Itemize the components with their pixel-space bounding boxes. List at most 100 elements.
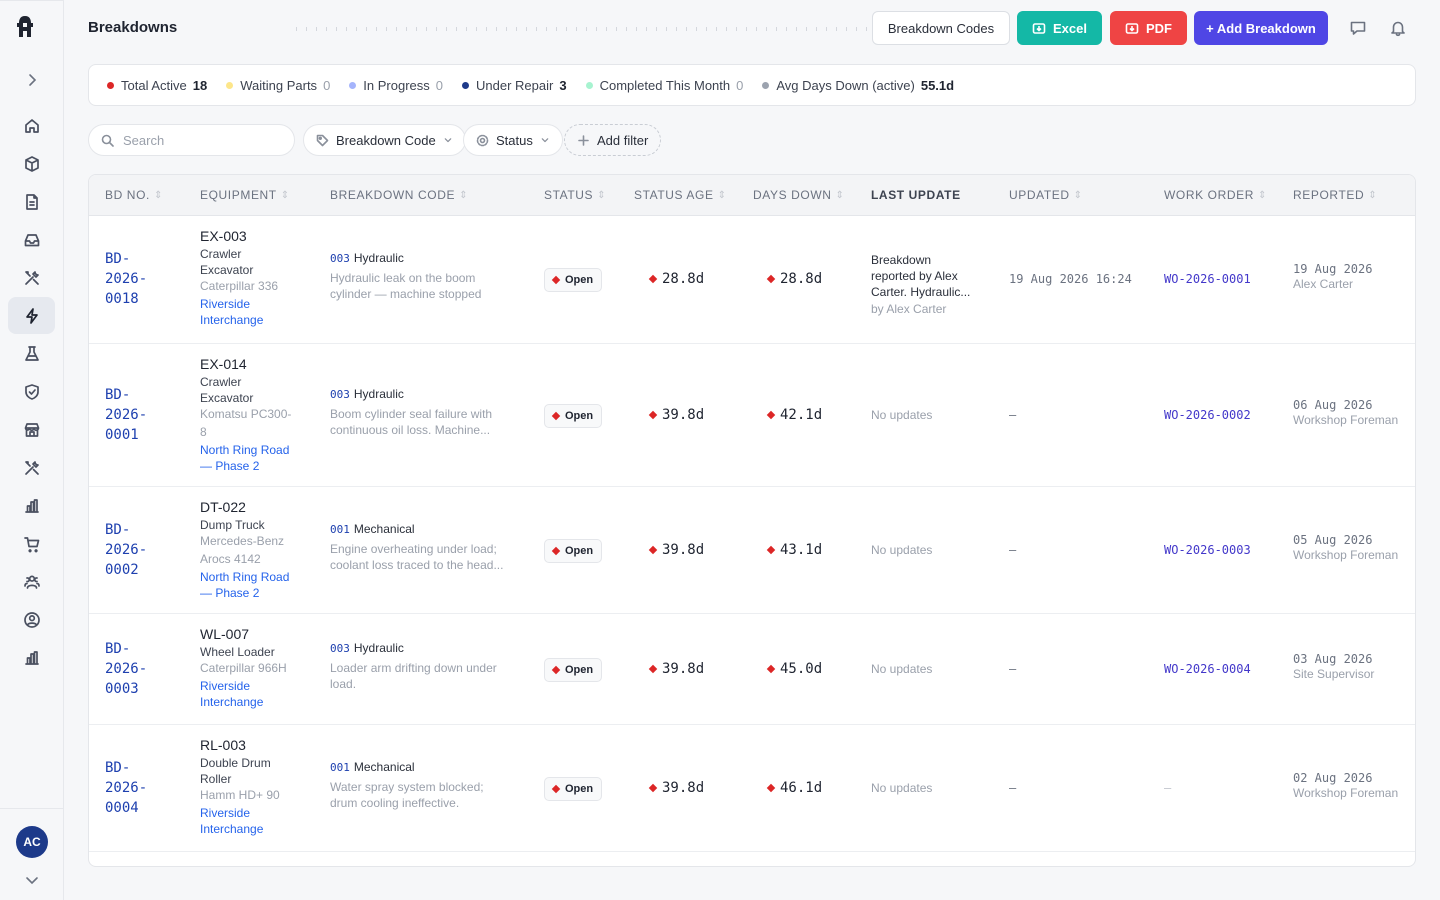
column-header-last-update[interactable]: LAST UPDATE xyxy=(871,188,961,202)
work-order-link[interactable]: WO-2026-0001 xyxy=(1164,272,1251,286)
stat-item[interactable]: Under Repair 3 xyxy=(462,78,567,93)
equipment-cell: EX-014 Crawler Excavator Komatsu PC300- 8 Nor… xyxy=(200,356,300,474)
chevron-down-icon xyxy=(541,138,549,143)
equipment-model: Caterpillar 966H xyxy=(200,660,287,675)
inbox-icon xyxy=(24,233,39,246)
sidebar-item-3[interactable] xyxy=(8,221,55,258)
column-header-reported[interactable]: REPORTED ⇕ xyxy=(1293,188,1377,202)
bd-number-link[interactable]: BD- 2026- 0004 xyxy=(105,758,147,818)
equipment-location-link[interactable]: Riverside Interchange xyxy=(200,678,300,710)
alert-diamond-icon xyxy=(766,274,776,284)
bd-number-link[interactable]: BD- 2026- 0003 xyxy=(105,639,147,699)
sidebar: AC xyxy=(0,0,64,900)
last-update-cell: No updates xyxy=(871,407,933,422)
table-row[interactable]: BD- 2026- 0018 EX-003 Crawler Excavator Caterp… xyxy=(89,216,1415,344)
sidebar-item-14[interactable] xyxy=(8,639,55,676)
sort-icon: ⇕ xyxy=(459,189,469,201)
shield-icon xyxy=(24,383,39,400)
column-header-days-down[interactable]: DAYS DOWN ⇕ xyxy=(753,188,845,202)
pdf-export-button[interactable]: PDF xyxy=(1110,11,1187,45)
bd-number-link[interactable]: BD- 2026- 0002 xyxy=(105,520,147,580)
sidebar-item-5[interactable] xyxy=(8,297,55,334)
search-input[interactable] xyxy=(123,132,283,148)
sidebar-item-1[interactable] xyxy=(8,145,55,182)
status-badge: Open xyxy=(544,403,603,428)
last-update-text: Breakdown xyxy=(871,253,932,267)
column-header-status-age[interactable]: STATUS AGE ⇕ xyxy=(634,188,727,202)
stat-item[interactable]: Avg Days Down (active) 55.1d xyxy=(762,78,954,93)
status-age-value: 39.8d xyxy=(662,541,705,558)
status-diamond-icon xyxy=(551,546,561,555)
table-row[interactable]: BD- 2026- 0004 RL-003 Double Drum Roller Hamm … xyxy=(89,725,1415,852)
add-filter-button[interactable]: Add filter xyxy=(564,124,662,156)
bd-number-link[interactable]: BD- 2026- 0018 xyxy=(105,249,147,309)
sidebar-nav xyxy=(8,107,56,677)
stat-item[interactable]: Waiting Parts 0 xyxy=(226,78,330,93)
breakdown-code-cell: 003 Hydraulic Loader arm drifting down und… xyxy=(330,641,515,692)
add-breakdown-button[interactable]: + Add Breakdown xyxy=(1194,11,1328,45)
sidebar-item-7[interactable] xyxy=(8,373,55,410)
column-header-code-label: BREAKDOWN CODE xyxy=(330,188,456,202)
sidebar-item-0[interactable] xyxy=(8,107,55,144)
sidebar-item-6[interactable] xyxy=(8,335,55,372)
stat-value: 18 xyxy=(192,77,208,93)
expand-sidebar-chevron-icon[interactable] xyxy=(22,72,42,88)
stat-item[interactable]: In Progress 0 xyxy=(349,78,443,93)
column-header-status[interactable]: STATUS ⇕ xyxy=(544,188,606,202)
updated-timestamp: — xyxy=(1009,542,1017,557)
bd-number-link[interactable]: BD- 2026- 0001 xyxy=(105,385,147,445)
status-label: Open xyxy=(565,274,594,286)
table-row[interactable]: BD- 2026- 0002 DT-022 Dump Truck Mercedes-Ben… xyxy=(89,487,1415,614)
status-filter[interactable]: Status xyxy=(463,124,563,156)
work-order-link[interactable]: WO-2026-0002 xyxy=(1164,408,1251,422)
breakdown-codes-button[interactable]: Breakdown Codes xyxy=(872,11,1010,45)
equipment-location-link[interactable]: North Ring Road — Phase 2 xyxy=(200,569,300,601)
sidebar-item-4[interactable] xyxy=(8,259,55,296)
stat-item[interactable]: Total Active 18 xyxy=(107,78,207,93)
user-circle-icon xyxy=(23,611,40,628)
status-diamond-icon xyxy=(551,784,561,793)
equipment-type: Roller xyxy=(200,771,232,786)
equipment-location: North Ring Road xyxy=(200,569,290,584)
equipment-location-link[interactable]: Riverside Interchange xyxy=(200,805,300,837)
status-age: 39.8d xyxy=(648,407,704,423)
column-header-code[interactable]: BREAKDOWN CODE ⇕ xyxy=(330,188,468,202)
table-row[interactable]: BD- 2026- 0001 EX-014 Crawler Excavator Komats… xyxy=(89,344,1415,487)
sidebar-item-10[interactable] xyxy=(8,487,55,524)
status-dot xyxy=(462,81,470,89)
work-order-link[interactable]: WO-2026-0003 xyxy=(1164,543,1251,557)
sidebar-item-8[interactable] xyxy=(8,411,55,448)
column-header-equipment[interactable]: EQUIPMENT ⇕ xyxy=(200,188,290,202)
sidebar-item-13[interactable] xyxy=(8,601,55,638)
sidebar-item-12[interactable] xyxy=(8,563,55,600)
table-row[interactable]: BD- 2026- 0003 WL-007 Wheel Loader Caterpilla… xyxy=(89,614,1415,725)
column-header-updated[interactable]: UPDATED ⇕ xyxy=(1009,188,1083,202)
column-header-bd-no[interactable]: BD NO. ⇕ xyxy=(105,188,163,202)
work-order-link[interactable]: WO-2026-0004 xyxy=(1164,662,1251,676)
avatar[interactable]: AC xyxy=(16,826,48,858)
stat-label: In Progress xyxy=(363,77,430,93)
sidebar-item-11[interactable] xyxy=(8,525,55,562)
excel-export-button[interactable]: Excel xyxy=(1017,11,1102,45)
equipment-code: WL-007 xyxy=(200,625,250,642)
sidebar-item-9[interactable] xyxy=(8,449,55,486)
flask-icon xyxy=(24,345,39,361)
app-logo[interactable] xyxy=(14,14,36,40)
header: Breakdowns Breakdown Codes Excel PDF + A… xyxy=(64,0,1440,56)
chat-icon[interactable] xyxy=(1347,17,1369,39)
reported-date: 06 Aug 2026 xyxy=(1293,397,1373,412)
bell-icon[interactable] xyxy=(1387,17,1409,39)
stat-item[interactable]: Completed This Month 0 xyxy=(585,78,743,93)
reported-cell: 02 Aug 2026 Workshop Foreman xyxy=(1293,771,1398,800)
search-box[interactable] xyxy=(88,124,295,156)
equipment-location-link[interactable]: Riverside Interchange xyxy=(200,296,300,328)
updated-timestamp: — xyxy=(1009,407,1017,422)
breakdown-code-filter[interactable]: Breakdown Code xyxy=(303,124,466,156)
status-label: Open xyxy=(565,782,594,795)
column-header-work-order[interactable]: WORK ORDER ⇕ xyxy=(1164,188,1267,202)
sidebar-item-2[interactable] xyxy=(8,183,55,220)
chevron-down-icon[interactable] xyxy=(22,872,42,888)
stat-value: 55.1d xyxy=(920,77,955,93)
package-icon xyxy=(24,155,39,172)
equipment-location-link[interactable]: North Ring Road — Phase 2 xyxy=(200,442,300,474)
